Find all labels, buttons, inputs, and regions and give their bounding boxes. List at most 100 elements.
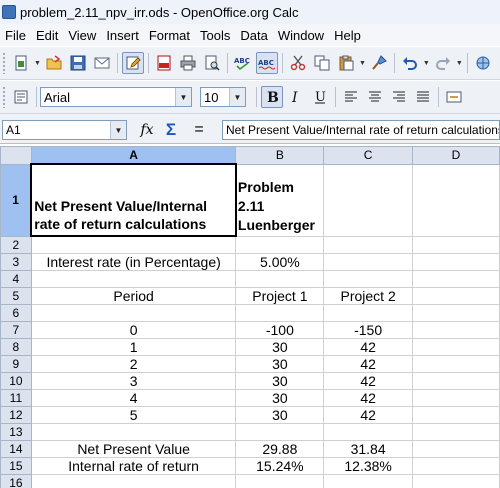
menu-help[interactable]: Help <box>329 28 366 43</box>
redo-dropdown-arrow[interactable]: ▼ <box>456 60 463 67</box>
italic-button[interactable]: I <box>285 86 307 108</box>
select-all-corner[interactable] <box>0 146 32 165</box>
cell-c15[interactable]: 12.38% <box>323 456 413 475</box>
cell-d15[interactable] <box>411 456 500 475</box>
justify-button[interactable] <box>412 86 434 108</box>
row-header-3[interactable]: 3 <box>0 252 32 271</box>
cell-c6[interactable] <box>323 303 413 322</box>
row-header-2[interactable]: 2 <box>0 235 32 254</box>
merge-cells-button[interactable] <box>443 86 465 108</box>
cell-a6[interactable] <box>30 303 237 322</box>
cell-c11[interactable]: 42 <box>323 388 413 407</box>
cell-a4[interactable] <box>30 269 237 288</box>
align-center-button[interactable] <box>364 86 386 108</box>
cell-a9[interactable]: 2 <box>30 354 237 373</box>
cell-a16[interactable] <box>30 473 237 488</box>
row-header-13[interactable]: 13 <box>0 422 32 441</box>
menu-file[interactable]: File <box>0 28 31 43</box>
menu-view[interactable]: View <box>63 28 101 43</box>
row-header-9[interactable]: 9 <box>0 354 32 373</box>
cell-c12[interactable]: 42 <box>323 405 413 424</box>
row-header-7[interactable]: 7 <box>0 320 32 339</box>
row-header-4[interactable]: 4 <box>0 269 32 288</box>
column-header-a[interactable]: A <box>30 146 237 165</box>
menu-format[interactable]: Format <box>144 28 195 43</box>
cell-a11[interactable]: 4 <box>30 388 237 407</box>
row-header-8[interactable]: 8 <box>0 337 32 356</box>
cell-d5[interactable] <box>411 286 500 305</box>
cell-d4[interactable] <box>411 269 500 288</box>
cell-b5[interactable]: Project 1 <box>235 286 325 305</box>
cell-c2[interactable] <box>323 235 413 254</box>
row-header-16[interactable]: 16 <box>0 473 32 488</box>
cell-b11[interactable]: 30 <box>235 388 325 407</box>
underline-button[interactable]: U <box>309 86 331 108</box>
cell-b9[interactable]: 30 <box>235 354 325 373</box>
cell-d14[interactable] <box>411 439 500 458</box>
cell-a3[interactable]: Interest rate (in Percentage) <box>30 252 237 271</box>
cell-d16[interactable] <box>411 473 500 488</box>
cell-c3[interactable] <box>323 252 413 271</box>
copy-button[interactable] <box>311 52 333 74</box>
cell-c1[interactable] <box>323 163 413 237</box>
cell-b2[interactable] <box>235 235 325 254</box>
cell-b3[interactable]: 5.00% <box>235 252 325 271</box>
row-header-12[interactable]: 12 <box>0 405 32 424</box>
clone-formatting-button[interactable] <box>368 52 390 74</box>
cell-b14[interactable]: 29.88 <box>235 439 325 458</box>
cell-d9[interactable] <box>411 354 500 373</box>
menu-insert[interactable]: Insert <box>101 28 144 43</box>
save-button[interactable] <box>67 52 89 74</box>
cell-b8[interactable]: 30 <box>235 337 325 356</box>
cell-d8[interactable] <box>411 337 500 356</box>
cell-d10[interactable] <box>411 371 500 390</box>
cell-c16[interactable] <box>323 473 413 488</box>
spellcheck-button[interactable]: ABC <box>232 52 254 74</box>
formula-button[interactable]: = <box>190 121 208 139</box>
column-header-b[interactable]: B <box>235 146 325 165</box>
row-header-1[interactable]: 1 <box>0 163 32 237</box>
cell-c13[interactable] <box>323 422 413 441</box>
hyperlink-button[interactable] <box>472 52 494 74</box>
page-preview-button[interactable] <box>201 52 223 74</box>
cell-c9[interactable]: 42 <box>323 354 413 373</box>
cut-button[interactable] <box>287 52 309 74</box>
font-size-combobox[interactable]: 10 ▼ <box>200 87 246 107</box>
align-left-button[interactable] <box>340 86 362 108</box>
styles-button[interactable] <box>10 86 32 108</box>
row-header-14[interactable]: 14 <box>0 439 32 458</box>
sum-button[interactable]: Σ <box>162 120 180 139</box>
cell-a1[interactable]: Net Present Value/Internal rate of retur… <box>30 163 237 237</box>
name-box[interactable]: A1 ▼ <box>2 120 127 140</box>
toolbar-grip[interactable] <box>2 52 6 74</box>
align-right-button[interactable] <box>388 86 410 108</box>
paste-dropdown-arrow[interactable]: ▼ <box>359 60 366 67</box>
cell-b7[interactable]: -100 <box>235 320 325 339</box>
row-header-10[interactable]: 10 <box>0 371 32 390</box>
print-button[interactable] <box>177 52 199 74</box>
cell-a15[interactable]: Internal rate of return <box>30 456 237 475</box>
cell-b16[interactable] <box>235 473 325 488</box>
font-name-combobox[interactable]: Arial ▼ <box>40 87 192 107</box>
chevron-down-icon[interactable]: ▼ <box>110 121 126 139</box>
cell-c5[interactable]: Project 2 <box>323 286 413 305</box>
edit-file-button[interactable] <box>121 52 144 74</box>
cell-d1[interactable] <box>411 163 500 237</box>
cell-a13[interactable] <box>30 422 237 441</box>
cell-b1[interactable]: Problem 2.11 Luenberger <box>235 163 325 237</box>
row-header-6[interactable]: 6 <box>0 303 32 322</box>
cell-d2[interactable] <box>411 235 500 254</box>
cell-c14[interactable]: 31.84 <box>323 439 413 458</box>
email-button[interactable] <box>91 52 113 74</box>
row-header-11[interactable]: 11 <box>0 388 32 407</box>
column-header-c[interactable]: C <box>323 146 413 165</box>
cell-b15[interactable]: 15.24% <box>235 456 325 475</box>
chevron-down-icon[interactable]: ▼ <box>175 88 191 106</box>
cell-a7[interactable]: 0 <box>30 320 237 339</box>
paste-button[interactable] <box>335 52 357 74</box>
row-header-5[interactable]: 5 <box>0 286 32 305</box>
cell-b6[interactable] <box>235 303 325 322</box>
export-pdf-button[interactable] <box>153 52 175 74</box>
cell-b4[interactable] <box>235 269 325 288</box>
row-header-15[interactable]: 15 <box>0 456 32 475</box>
